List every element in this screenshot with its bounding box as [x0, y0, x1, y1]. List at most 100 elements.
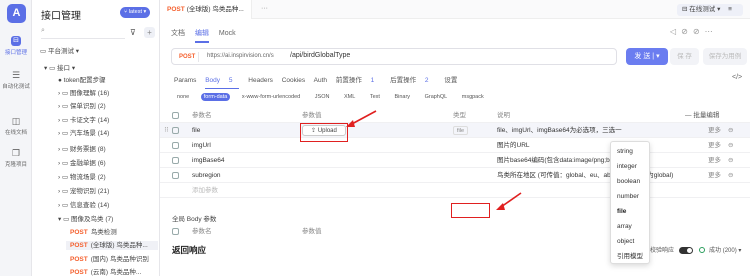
tab-pre-ops[interactable]: 前置操作 1	[336, 77, 381, 84]
app-logo[interactable]: A	[7, 4, 26, 23]
type-select[interactable]: file	[453, 126, 469, 135]
tree-node-label: 汽车场景 (14)	[69, 130, 110, 137]
count-badge: 1	[370, 77, 375, 84]
tree-node[interactable]: › ▭ 宠物识别 (21)	[58, 187, 109, 196]
type-option-boolean[interactable]: boolean	[611, 174, 651, 189]
rail-item-docs[interactable]: ◫ 在线文档	[0, 116, 32, 136]
tab-edit[interactable]: 编辑	[194, 30, 209, 43]
filter-icon[interactable]: ⊽	[130, 28, 136, 37]
type-option-array[interactable]: array	[611, 219, 651, 234]
share-icon[interactable]: ⊘	[681, 27, 693, 36]
type-option-object[interactable]: object	[611, 234, 651, 249]
validate-toggle[interactable]	[678, 246, 693, 254]
body-type-urlencoded[interactable]: x-www-form-urlencoded	[239, 93, 303, 101]
tab-label: (全球版) 鸟类品种...	[186, 6, 244, 13]
body-type-none[interactable]: none	[174, 93, 192, 101]
tab-settings[interactable]: 设置	[444, 77, 457, 84]
select-all-checkbox[interactable]	[172, 228, 179, 235]
more-link[interactable]: 更多	[708, 168, 721, 183]
menu-icon[interactable]: ≡	[728, 6, 732, 13]
version-badge[interactable]: ⑂ latest ▾	[120, 7, 151, 18]
rail-item-clone[interactable]: ❐ 克隆项目	[0, 148, 32, 168]
type-option-ref-model[interactable]: 引用模型	[611, 249, 651, 264]
tree-node[interactable]: › ▭ 图像理解 (16)	[58, 89, 109, 98]
more-link[interactable]: 更多	[708, 123, 721, 138]
type-option-file[interactable]: file	[611, 204, 651, 219]
body-type-binary[interactable]: Binary	[391, 93, 413, 101]
rail-item-automation[interactable]: ☰ 自动化测试	[0, 70, 32, 90]
body-type-msgpack[interactable]: msgpack	[459, 93, 487, 101]
tree-node[interactable]: › ▭ 物流场景 (2)	[58, 173, 106, 182]
tab-params[interactable]: Params	[174, 77, 196, 84]
status-select[interactable]: 成功 (200)	[709, 248, 737, 254]
method-select[interactable]: POST	[176, 52, 200, 62]
tab-endpoint[interactable]: POST (全球版) 鸟类品种...	[160, 0, 252, 19]
tree-endpoint[interactable]: POST (国内) 鸟类品种识别	[70, 255, 158, 264]
add-param-input[interactable]: 添加参数	[192, 183, 218, 198]
tree-node[interactable]: ● token配置步骤	[58, 76, 106, 85]
param-desc[interactable]: 图片的URL	[497, 138, 530, 153]
search-input[interactable]: ⌕	[41, 27, 125, 39]
remove-icon[interactable]: ⊖	[728, 153, 733, 168]
link-icon[interactable]: ⊘	[693, 27, 705, 36]
tree-node[interactable]: › ▭ 保单识别 (2)	[58, 102, 106, 111]
tree-node[interactable]: › ▭ 信息查验 (14)	[58, 201, 109, 210]
more-tabs-icon[interactable]: ···	[261, 5, 268, 12]
chevron-right-icon: › ▭	[58, 90, 70, 97]
row-checkbox[interactable]	[172, 142, 179, 149]
param-name[interactable]: imgBase64	[192, 153, 225, 168]
tab-headers[interactable]: Headers	[248, 77, 273, 84]
add-button[interactable]: +	[144, 27, 155, 38]
environment-select[interactable]: ⊟ 在线测试 ▾ ≡	[677, 4, 743, 16]
param-desc[interactable]: file、imgUrl、imgBase64为必选项，三选一	[497, 123, 622, 138]
drag-handle-icon[interactable]: ⠿	[164, 123, 169, 138]
body-type-json[interactable]: JSON	[312, 93, 333, 101]
row-checkbox[interactable]	[172, 127, 179, 134]
tab-mock[interactable]: Mock	[219, 30, 236, 37]
tree-node-interface-root[interactable]: ▾ ▭ 接口 ▾	[44, 64, 75, 73]
param-name[interactable]: subregion	[192, 168, 221, 183]
tree-node[interactable]: › ▭ 财务票据 (8)	[58, 145, 106, 154]
run-icon[interactable]: ◁	[670, 27, 681, 36]
remove-icon[interactable]: ⊖	[728, 168, 733, 183]
tree-node[interactable]: › ▭ 卡证文字 (14)	[58, 116, 109, 125]
tab-doc[interactable]: 文档	[171, 30, 185, 37]
rail-item-interface[interactable]: ⊟ 接口管理	[0, 36, 32, 56]
more-link[interactable]: 更多	[708, 138, 721, 153]
code-icon[interactable]: </>	[732, 74, 742, 81]
type-option-integer[interactable]: integer	[611, 159, 651, 174]
remove-icon[interactable]: ⊖	[728, 138, 733, 153]
remove-icon[interactable]: ⊖	[728, 123, 733, 138]
tab-auth[interactable]: Auth	[314, 77, 327, 84]
url-path-input[interactable]: /api/birdGlobalType	[290, 52, 350, 59]
tree-node[interactable]: › ▭ 金融单据 (6)	[58, 159, 106, 168]
select-all-checkbox[interactable]	[172, 112, 179, 119]
tree-node-platform[interactable]: ▭ 平台测试 ▾	[40, 47, 79, 56]
param-name[interactable]: imgUrl	[192, 138, 211, 153]
tree-node[interactable]: ▾ ▭ 图像及鸟类 (7)	[58, 215, 113, 224]
body-type-graphql[interactable]: GraphQL	[422, 93, 451, 101]
body-type-text[interactable]: Text	[367, 93, 383, 101]
row-checkbox[interactable]	[172, 172, 179, 179]
tree-endpoint-selected[interactable]: POST (全球版) 鸟类品种...	[66, 241, 158, 250]
url-bar[interactable]: POST https://ai.inspirvision.cn/s /api/b…	[171, 48, 617, 65]
body-type-xml[interactable]: XML	[341, 93, 358, 101]
more-icon[interactable]: ⋯	[705, 27, 718, 36]
tree-node[interactable]: › ▭ 汽车场景 (14)	[58, 129, 109, 138]
tab-post-ops[interactable]: 后置操作 2	[390, 77, 435, 84]
save-as-case-button[interactable]: 保存为用例	[703, 48, 747, 65]
method-tag: POST	[70, 269, 88, 276]
type-option-number[interactable]: number	[611, 189, 651, 204]
type-option-string[interactable]: string	[611, 144, 651, 159]
save-button[interactable]: 保 存	[670, 48, 699, 65]
body-type-form-data[interactable]: form-data	[200, 93, 231, 101]
tab-cookies[interactable]: Cookies	[282, 77, 305, 84]
row-checkbox[interactable]	[172, 157, 179, 164]
bulk-edit-label: 批量编辑	[693, 112, 720, 119]
bulk-edit-link[interactable]: — 批量编辑	[685, 108, 719, 123]
more-link[interactable]: 更多	[708, 153, 721, 168]
param-name[interactable]: file	[192, 123, 200, 138]
tree-endpoint[interactable]: POST 鸟类检测	[70, 228, 158, 237]
tab-body[interactable]: Body 5	[205, 77, 240, 89]
send-button[interactable]: 发 送 | ▾	[626, 48, 668, 65]
